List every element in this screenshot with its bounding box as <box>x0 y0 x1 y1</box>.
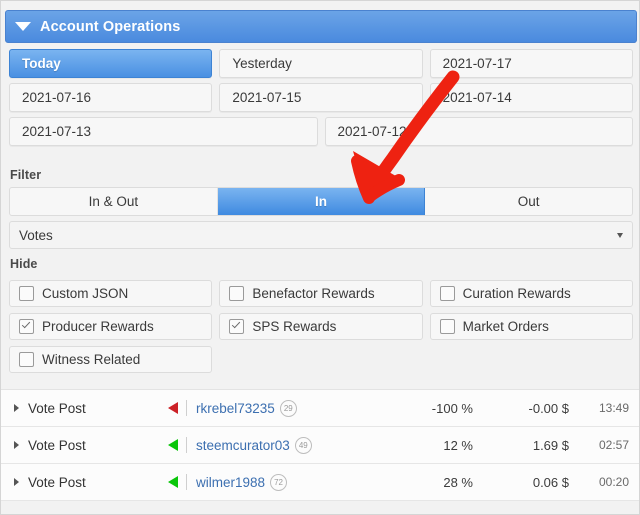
hide-label-custom-json: Custom JSON <box>42 286 129 301</box>
hide-section-label: Hide <box>10 257 38 271</box>
date-row: 2021-07-13 2021-07-12 <box>1 117 639 151</box>
hide-row: Producer Rewards SPS Rewards Market Orde… <box>1 313 639 346</box>
divider <box>186 400 187 416</box>
table-row[interactable]: Vote Post wilmer1988 72 28 % 0.06 $ 00:2… <box>1 464 639 501</box>
date-button-2021-07-12[interactable]: 2021-07-12 <box>324 117 633 146</box>
operation-type: Vote Post <box>28 437 86 453</box>
checkbox-icon[interactable] <box>19 286 34 301</box>
hide-label-sps-rewards: SPS Rewards <box>252 319 337 334</box>
hide-checkbox-curation-rewards[interactable]: Curation Rewards <box>429 280 633 307</box>
table-row[interactable]: Vote Post rkrebel73235 29 -100 % -0.00 $… <box>1 390 639 427</box>
caret-down-icon[interactable] <box>15 22 31 31</box>
hide-checkbox-market-orders[interactable]: Market Orders <box>429 313 633 340</box>
filter-tab-in-and-out[interactable]: In & Out <box>10 188 218 215</box>
vote-percent: -100 % <box>431 400 473 416</box>
operation-type-select[interactable]: Votes <box>9 221 633 249</box>
operation-time: 02:57 <box>598 438 629 452</box>
expand-caret-icon[interactable] <box>14 404 19 412</box>
operation-type-select-value: Votes <box>19 227 53 243</box>
hide-placeholder <box>430 346 633 373</box>
reputation-badge: 72 <box>270 473 288 491</box>
table-row[interactable]: Vote Post steemcurator03 49 12 % 1.69 $ … <box>1 427 639 464</box>
hide-label-benefactor-rewards: Benefactor Rewards <box>252 286 375 301</box>
vote-amount: 1.69 $ <box>532 437 569 453</box>
operation-time: 00:20 <box>598 475 629 489</box>
page-title: Account Operations <box>40 18 181 35</box>
panel-header[interactable]: Account Operations <box>5 10 637 43</box>
divider <box>186 474 187 490</box>
hide-label-curation-rewards: Curation Rewards <box>462 286 571 301</box>
operation-type: Vote Post <box>28 400 86 416</box>
checkbox-checked-icon[interactable] <box>229 319 245 334</box>
checkbox-icon[interactable] <box>439 319 455 334</box>
filter-tab-out[interactable]: Out <box>425 188 632 215</box>
account-link[interactable]: rkrebel73235 <box>196 401 275 416</box>
filter-tab-in[interactable]: In <box>217 188 426 215</box>
operations-list: Vote Post rkrebel73235 29 -100 % -0.00 $… <box>1 389 639 501</box>
account-link[interactable]: steemcurator03 <box>196 438 290 453</box>
account-operations-panel: Account Operations Today Yesterday 2021-… <box>0 0 640 515</box>
date-button-2021-07-17[interactable]: 2021-07-17 <box>429 49 633 78</box>
filter-direction-segmented-control: In & Out In Out <box>9 187 633 216</box>
direction-in-icon <box>168 476 178 488</box>
direction-in-icon <box>168 439 178 451</box>
operation-time: 13:49 <box>598 401 629 415</box>
date-button-2021-07-14[interactable]: 2021-07-14 <box>429 83 633 112</box>
date-button-2021-07-16[interactable]: 2021-07-16 <box>9 83 213 112</box>
hide-label-witness-related: Witness Related <box>42 352 141 367</box>
date-button-2021-07-13[interactable]: 2021-07-13 <box>9 117 318 146</box>
expand-caret-icon[interactable] <box>14 478 19 486</box>
hide-checkbox-producer-rewards[interactable]: Producer Rewards <box>9 313 213 340</box>
divider <box>186 437 187 453</box>
hide-row: Custom JSON Benefactor Rewards Curation … <box>1 280 639 313</box>
checkbox-icon[interactable] <box>439 286 455 301</box>
date-selector-grid: Today Yesterday 2021-07-17 2021-07-16 20… <box>1 49 639 151</box>
vote-percent: 12 % <box>443 437 473 453</box>
checkbox-checked-icon[interactable] <box>19 319 34 334</box>
vote-amount: 0.06 $ <box>532 474 569 490</box>
hide-options-grid: Custom JSON Benefactor Rewards Curation … <box>1 280 639 379</box>
expand-caret-icon[interactable] <box>14 441 19 449</box>
date-button-today[interactable]: Today <box>9 49 213 78</box>
date-button-2021-07-15[interactable]: 2021-07-15 <box>219 83 423 112</box>
hide-row: Witness Related <box>1 346 639 379</box>
hide-checkbox-witness-related[interactable]: Witness Related <box>9 346 213 373</box>
filter-section-label: Filter <box>10 168 42 182</box>
reputation-badge: 49 <box>294 436 312 454</box>
date-row: 2021-07-16 2021-07-15 2021-07-14 <box>1 83 639 117</box>
hide-checkbox-sps-rewards[interactable]: SPS Rewards <box>219 313 423 340</box>
operation-type: Vote Post <box>28 474 86 490</box>
account-link[interactable]: wilmer1988 <box>196 475 265 490</box>
chevron-down-icon <box>617 232 623 238</box>
hide-label-market-orders: Market Orders <box>462 319 549 334</box>
vote-amount: -0.00 $ <box>528 400 569 416</box>
hide-label-producer-rewards: Producer Rewards <box>42 319 154 334</box>
date-button-yesterday[interactable]: Yesterday <box>219 49 423 78</box>
checkbox-icon[interactable] <box>229 286 245 301</box>
hide-placeholder <box>219 346 422 373</box>
checkbox-icon[interactable] <box>19 352 34 367</box>
vote-percent: 28 % <box>443 474 473 490</box>
reputation-badge: 29 <box>279 399 297 417</box>
direction-out-icon <box>168 402 178 414</box>
hide-checkbox-benefactor-rewards[interactable]: Benefactor Rewards <box>219 280 423 307</box>
date-row: Today Yesterday 2021-07-17 <box>1 49 639 83</box>
hide-checkbox-custom-json[interactable]: Custom JSON <box>9 280 213 307</box>
